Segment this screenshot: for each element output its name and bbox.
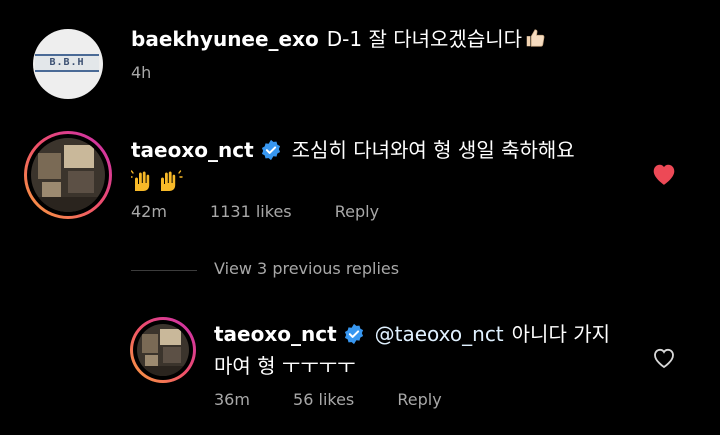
caption-text: D-1 잘 다녀오겠습니다	[326, 27, 523, 51]
reply-verified-badge-icon	[344, 323, 363, 345]
reply-text: 아니다 가지	[511, 322, 611, 346]
reply-reply-button[interactable]: Reply	[397, 390, 441, 409]
comment-reply-button[interactable]: Reply	[335, 202, 379, 221]
caption-username[interactable]: baekhyunee_exo	[131, 27, 319, 51]
comment-timestamp: 42m	[131, 202, 167, 221]
comment-text-line: taeoxo_nct 조심히 다녀와여 형 생일 축하해요	[131, 134, 575, 166]
view-previous-replies-button[interactable]: View 3 previous replies	[214, 259, 399, 278]
raising-hands-icon	[131, 170, 183, 191]
reply-text-line-1: taeoxo_nct @taeoxo_nct 아니다 가지	[214, 318, 610, 350]
avatar-logo-text: B.B.H	[35, 54, 99, 72]
post-caption: B.B.H baekhyunee_exo D-1 잘 다녀오겠습니다 4h	[0, 0, 720, 110]
comment-likes-count[interactable]: 1131 likes	[210, 202, 292, 221]
profile-avatar-taeoxo[interactable]	[24, 131, 112, 219]
comment-username[interactable]: taeoxo_nct	[131, 138, 254, 162]
heart-filled-icon[interactable]	[651, 162, 677, 186]
comment-meta: 42m 1131 likes Reply	[131, 202, 379, 221]
comment-text: 조심히 다녀와여 형 생일 축하해요	[291, 138, 575, 162]
reply-username[interactable]: taeoxo_nct	[214, 322, 337, 346]
thumbs-up-icon	[526, 29, 545, 47]
caption-timestamp: 4h	[131, 63, 152, 82]
reply-avatar-photo	[137, 324, 189, 376]
reply-profile-avatar-taeoxo[interactable]	[130, 317, 196, 383]
reply-text-line-2: 마여 형 ㅜㅜㅜㅜ	[214, 354, 356, 378]
reply-timestamp: 36m	[214, 390, 250, 409]
avatar-photo	[31, 138, 105, 212]
caption-text-line: baekhyunee_exo D-1 잘 다녀오겠습니다	[131, 24, 546, 54]
reply-likes-count[interactable]: 56 likes	[293, 390, 354, 409]
profile-avatar-baekhyunee[interactable]: B.B.H	[33, 29, 103, 99]
replies-divider	[131, 270, 197, 271]
verified-badge-icon	[261, 139, 280, 161]
heart-outline-icon[interactable]	[652, 347, 676, 369]
reply-mention-link[interactable]: @taeoxo_nct	[375, 322, 504, 346]
reply-meta: 36m 56 likes Reply	[214, 390, 442, 409]
